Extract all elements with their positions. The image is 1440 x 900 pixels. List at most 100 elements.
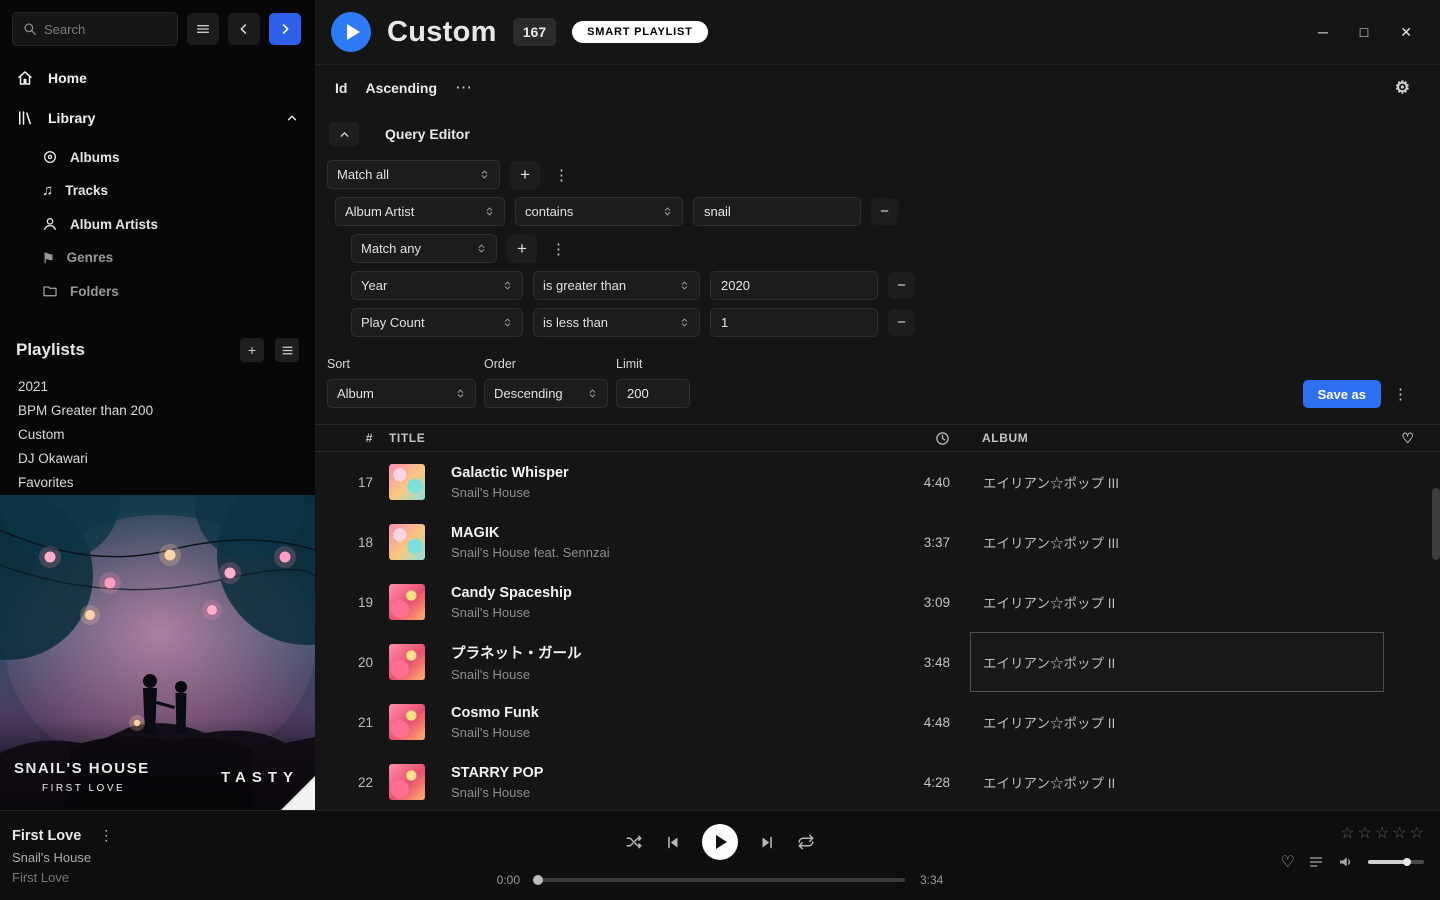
playlist-list-button[interactable] xyxy=(275,338,299,362)
star-icon[interactable]: ☆ xyxy=(1340,823,1354,843)
column-index[interactable]: # xyxy=(341,431,373,445)
track-album-cell[interactable]: エイリアン☆ポップ II xyxy=(970,692,1384,752)
seek-bar[interactable] xyxy=(535,878,905,882)
table-row[interactable]: 18 MAGIK Snail's House feat. Sennzai 3:3… xyxy=(315,512,1440,572)
star-icon[interactable]: ☆ xyxy=(1358,823,1372,843)
playlist-item-bpm[interactable]: BPM Greater than 200 xyxy=(16,398,299,422)
sidebar-item-tracks[interactable]: ♫ Tracks xyxy=(0,174,315,207)
track-title[interactable]: MAGIK xyxy=(451,525,830,541)
group-menu-icon[interactable]: ⋮ xyxy=(547,240,570,258)
table-row[interactable]: 21 Cosmo Funk Snail's House 4:48 エイリアン☆ポ… xyxy=(315,692,1440,752)
column-favorite[interactable]: ♡ xyxy=(1384,430,1432,447)
track-album-cell[interactable]: エイリアン☆ポップ III xyxy=(970,452,1384,512)
rule-field-dropdown[interactable]: Play Count xyxy=(351,308,523,337)
add-group-rule-button[interactable]: + xyxy=(507,235,537,263)
rule-value-input[interactable] xyxy=(693,197,861,226)
menu-button[interactable] xyxy=(187,13,219,45)
track-artist[interactable]: Snail's House xyxy=(451,785,830,800)
volume-button[interactable] xyxy=(1337,853,1355,871)
match-all-dropdown[interactable]: Match all xyxy=(327,160,500,189)
collapse-query-editor-button[interactable] xyxy=(329,122,359,146)
play-playlist-button[interactable] xyxy=(331,12,371,52)
track-album-cell[interactable]: エイリアン☆ポップ III xyxy=(970,512,1384,572)
sidebar-item-albums[interactable]: Albums xyxy=(0,140,315,174)
sidebar-item-home[interactable]: Home xyxy=(0,58,315,98)
rule-group-menu-icon[interactable]: ⋮ xyxy=(550,166,573,184)
more-options-icon[interactable]: ⋯ xyxy=(455,78,472,98)
remove-rule-button[interactable]: − xyxy=(871,198,898,225)
track-title[interactable]: STARRY POP xyxy=(451,765,830,781)
seek-handle[interactable] xyxy=(533,875,543,885)
minimize-button[interactable]: ─ xyxy=(1318,24,1328,41)
chevron-up-icon[interactable] xyxy=(285,111,299,125)
now-playing-track[interactable]: First Love xyxy=(12,828,81,844)
save-menu-icon[interactable]: ⋮ xyxy=(1389,385,1412,403)
track-artist[interactable]: Snail's House xyxy=(451,725,830,740)
sort-dropdown[interactable]: Album xyxy=(327,379,476,408)
shuffle-button[interactable] xyxy=(625,833,643,851)
sidebar-item-genres[interactable]: ⚑ Genres xyxy=(0,241,315,274)
add-playlist-button[interactable]: + xyxy=(240,338,264,362)
rule-operator-dropdown[interactable]: is less than xyxy=(533,308,700,337)
nav-forward-button[interactable] xyxy=(269,13,301,45)
queue-button[interactable] xyxy=(1308,854,1324,870)
nav-back-button[interactable] xyxy=(228,13,260,45)
track-artist[interactable]: Snail's House xyxy=(451,605,830,620)
rule-operator-dropdown[interactable]: contains xyxy=(515,197,683,226)
scrollbar-thumb[interactable] xyxy=(1432,488,1440,560)
rule-field-dropdown[interactable]: Album Artist xyxy=(335,197,505,226)
maximize-button[interactable]: □ xyxy=(1360,24,1368,41)
star-icon[interactable]: ☆ xyxy=(1392,823,1406,843)
track-album-cell[interactable]: エイリアン☆ポップ II xyxy=(970,752,1384,806)
track-album-cell-selected[interactable]: エイリアン☆ポップ II xyxy=(970,632,1384,692)
playlist-item-favorites[interactable]: Favorites xyxy=(16,470,299,494)
now-playing-artist[interactable]: Snail's House xyxy=(12,850,117,865)
now-playing-album[interactable]: First Love xyxy=(12,870,117,885)
play-pause-button[interactable] xyxy=(702,824,738,860)
rule-value-input[interactable] xyxy=(710,308,878,337)
search-input-wrap[interactable] xyxy=(12,12,178,46)
add-rule-button[interactable]: + xyxy=(510,161,540,189)
now-playing-cover[interactable]: SNAIL'S HOUSE FIRST LOVE TASTY xyxy=(0,495,315,810)
track-artist[interactable]: Snail's House xyxy=(451,485,830,500)
sort-field-button[interactable]: Id xyxy=(335,80,347,96)
table-row[interactable]: 19 Candy Spaceship Snail's House 3:09 エイ… xyxy=(315,572,1440,632)
match-any-dropdown[interactable]: Match any xyxy=(351,234,497,263)
table-row[interactable]: 20 プラネット・ガール Snail's House 3:48 エイリアン☆ポッ… xyxy=(315,632,1440,692)
settings-gear-icon[interactable]: ⚙ xyxy=(1395,78,1424,98)
track-album-cell[interactable]: エイリアン☆ポップ II xyxy=(970,572,1384,632)
column-title[interactable]: TITLE xyxy=(389,431,830,445)
favorite-heart-icon[interactable]: ♡ xyxy=(1281,852,1295,872)
remove-rule-button[interactable]: − xyxy=(888,309,915,336)
repeat-button[interactable] xyxy=(797,833,815,851)
star-icon[interactable]: ☆ xyxy=(1375,823,1389,843)
track-title[interactable]: Cosmo Funk xyxy=(451,705,830,721)
table-row[interactable]: 22 STARRY POP Snail's House 4:28 エイリアン☆ポ… xyxy=(315,752,1440,806)
sort-order-button[interactable]: Ascending xyxy=(365,80,437,96)
track-title[interactable]: Galactic Whisper xyxy=(451,465,830,481)
table-row[interactable]: 17 Galactic Whisper Snail's House 4:40 エ… xyxy=(315,452,1440,512)
volume-slider[interactable] xyxy=(1368,860,1424,864)
playlist-item-dj-okawari[interactable]: DJ Okawari xyxy=(16,446,299,470)
column-duration[interactable] xyxy=(830,431,950,446)
volume-handle[interactable] xyxy=(1403,858,1411,866)
rule-value-input[interactable] xyxy=(710,271,878,300)
order-dropdown[interactable]: Descending xyxy=(484,379,608,408)
limit-input[interactable] xyxy=(616,379,690,408)
close-button[interactable]: ✕ xyxy=(1400,24,1412,41)
track-artist[interactable]: Snail's House feat. Sennzai xyxy=(451,545,830,560)
save-as-button[interactable]: Save as xyxy=(1303,380,1381,408)
sidebar-item-folders[interactable]: Folders xyxy=(0,274,315,308)
rule-field-dropdown[interactable]: Year xyxy=(351,271,523,300)
track-menu-icon[interactable]: ⋮ xyxy=(95,827,117,844)
next-button[interactable] xyxy=(759,834,776,851)
sidebar-item-album-artists[interactable]: Album Artists xyxy=(0,207,315,241)
track-title[interactable]: Candy Spaceship xyxy=(451,585,830,601)
search-input[interactable] xyxy=(44,22,167,37)
rule-operator-dropdown[interactable]: is greater than xyxy=(533,271,700,300)
star-icon[interactable]: ☆ xyxy=(1410,823,1424,843)
column-album[interactable]: ALBUM xyxy=(970,431,1384,445)
track-title[interactable]: プラネット・ガール xyxy=(451,642,830,663)
previous-button[interactable] xyxy=(664,834,681,851)
playlist-item-2021[interactable]: 2021 xyxy=(16,374,299,398)
